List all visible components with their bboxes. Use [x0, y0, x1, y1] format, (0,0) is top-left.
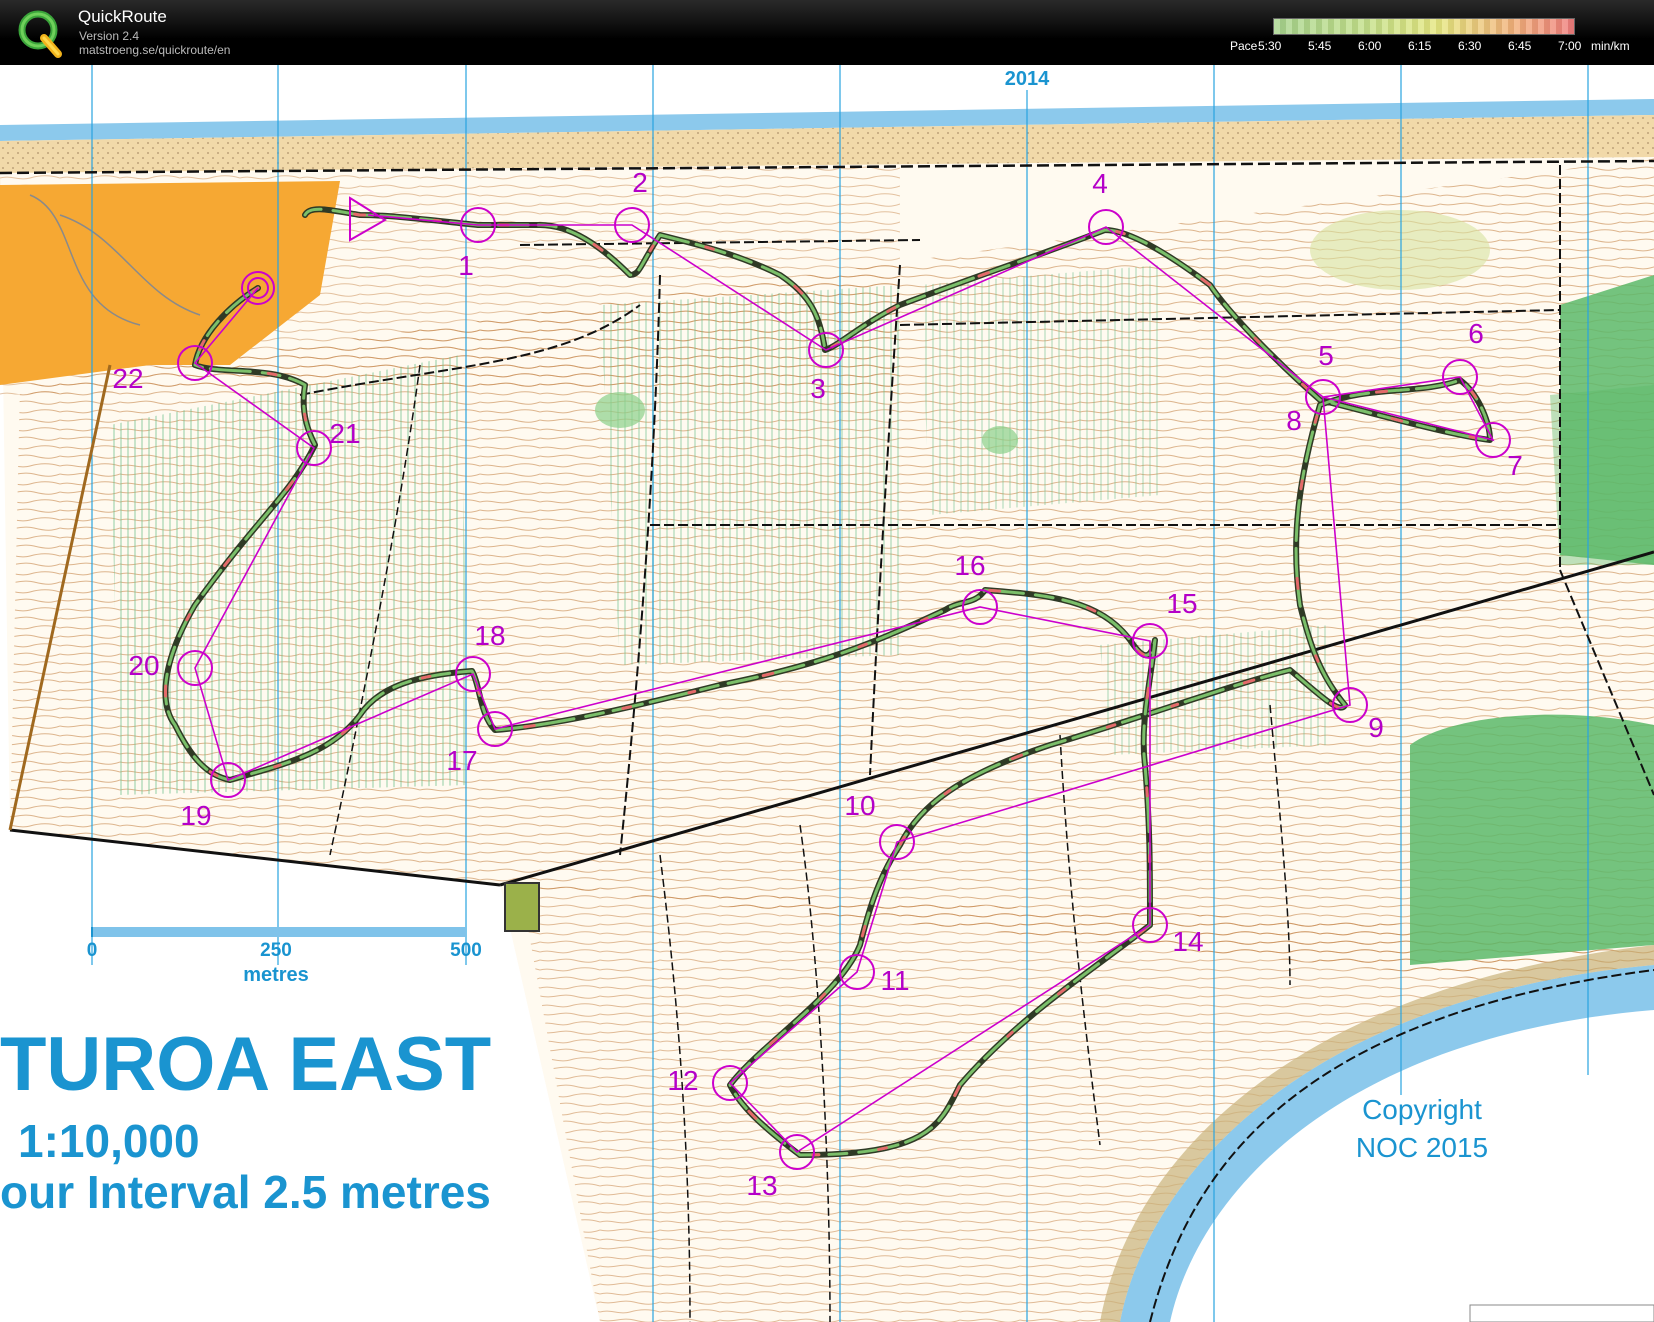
- control-number-22: 22: [112, 363, 143, 394]
- control-number-12: 12: [667, 1065, 698, 1096]
- control-number-13: 13: [746, 1170, 777, 1201]
- control-number-21: 21: [329, 418, 360, 449]
- app-version: Version 2.4: [79, 29, 140, 43]
- control-number-19: 19: [180, 800, 211, 831]
- control-number-5: 5: [1318, 340, 1334, 371]
- control-number-11: 11: [880, 965, 909, 996]
- scale-tick: 500: [450, 940, 482, 961]
- pace-tick: 6:00: [1358, 39, 1382, 53]
- app-url-link[interactable]: matstroeng.se/quickroute/en: [79, 43, 230, 57]
- quickroute-logo-icon: [18, 10, 62, 58]
- title-bar: QuickRoute Version 2.4 matstroeng.se/qui…: [0, 0, 1654, 65]
- pace-label: Pace: [1230, 39, 1258, 53]
- pace-tick: 6:45: [1508, 39, 1532, 53]
- orienteering-map-view[interactable]: 1 2 3 4 5 6 7 8 9 10 11 12 13 14 15 16 17 18 19 20 21 22 2014…: [0, 65, 1654, 1322]
- control-number-10: 10: [844, 790, 875, 821]
- contour-interval: our Interval 2.5 metres: [0, 1166, 491, 1218]
- map-title: TUROA EAST: [0, 1022, 491, 1107]
- forest-southeast: [1410, 714, 1654, 965]
- scale-tick: 250: [260, 940, 292, 961]
- control-number-4: 4: [1092, 168, 1108, 199]
- app-name: QuickRoute: [78, 7, 167, 26]
- control-number-3: 3: [810, 373, 826, 404]
- control-number-6: 6: [1468, 318, 1484, 349]
- control-number-18: 18: [474, 620, 505, 651]
- pace-unit: min/km: [1591, 39, 1630, 53]
- control-number-7: 7: [1507, 450, 1523, 481]
- scale-tick: 0: [87, 940, 98, 961]
- control-number-17: 17: [446, 745, 477, 776]
- map-scale: 1:10,000: [18, 1115, 200, 1167]
- pace-tick: 5:30: [1258, 39, 1282, 53]
- scale-unit: metres: [243, 964, 309, 986]
- control-number-16: 16: [954, 550, 985, 581]
- pace-tick: 6:15: [1408, 39, 1432, 53]
- control-number-9: 9: [1368, 712, 1384, 743]
- grid-year-label: 2014: [1005, 68, 1050, 90]
- pace-tick: 5:45: [1308, 39, 1332, 53]
- control-number-20: 20: [128, 650, 159, 681]
- control-number-14: 14: [1172, 926, 1203, 957]
- scale-bar: [92, 927, 466, 937]
- control-number-15: 15: [1166, 588, 1197, 619]
- car-park: [504, 882, 540, 932]
- control-number-2: 2: [632, 167, 648, 198]
- quickroute-window: QuickRoute Version 2.4 matstroeng.se/qui…: [0, 0, 1654, 1322]
- copyright-line-1: Copyright: [1362, 1094, 1482, 1125]
- pace-legend: Pace 5:30 5:45 6:00 6:15 6:30 6:45 7:00 …: [1210, 16, 1654, 56]
- pace-tick: 7:00: [1558, 39, 1582, 53]
- copyright-line-2: NOC 2015: [1356, 1132, 1488, 1163]
- pace-tick: 6:30: [1458, 39, 1482, 53]
- pace-color-scale: [1273, 18, 1575, 35]
- control-number-8: 8: [1286, 405, 1302, 436]
- orienteering-map: 12345678910111213141516171819202122 2014…: [0, 65, 1654, 1322]
- control-number-1: 1: [458, 250, 474, 281]
